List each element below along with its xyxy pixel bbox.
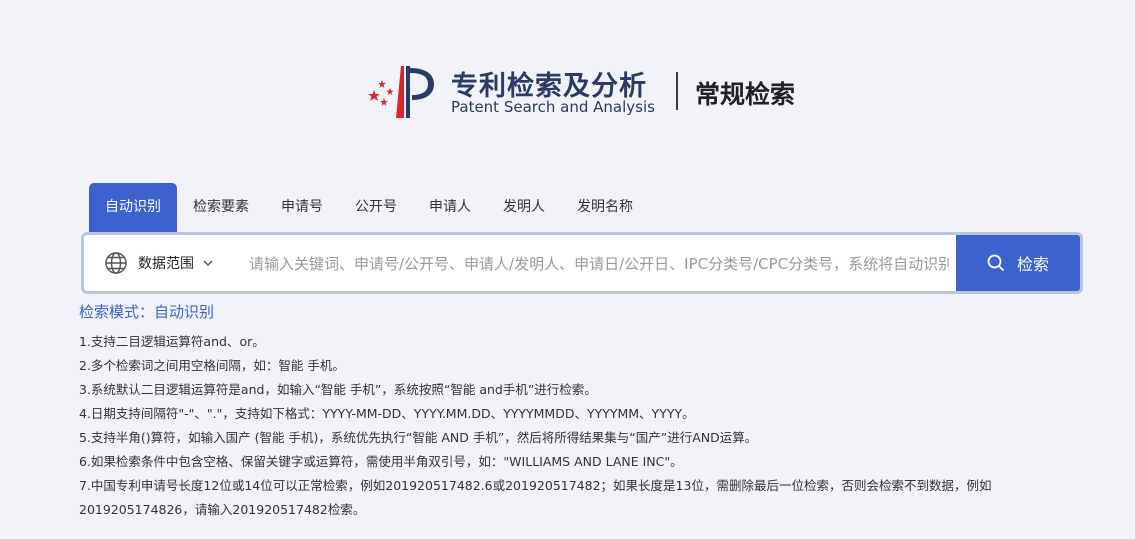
logo-title-en: Patent Search and Analysis (451, 98, 655, 116)
tab-applicant[interactable]: 申请人 (413, 183, 487, 232)
tip-item: 1.支持二目逻辑运算符and、or。 (79, 334, 265, 349)
tab-invention-title[interactable]: 发明名称 (561, 183, 649, 232)
globe-icon (105, 252, 127, 274)
tab-auto-detect[interactable]: 自动识别 (89, 183, 177, 232)
search-tips: 1.支持二目逻辑运算符and、or。 2.多个检索词之间用空格间隔，如：智能 手… (79, 330, 1079, 522)
search-box: 数据范围 检索 (81, 232, 1083, 294)
search-mode-label: 检索模式：自动识别 (79, 303, 215, 321)
page-title: 常规检索 (695, 80, 796, 109)
search-button-label: 检索 (1016, 255, 1049, 274)
header-divider (676, 72, 678, 110)
search-tabs: 自动识别 检索要素 申请号 公开号 申请人 发明人 发明名称 (89, 183, 649, 232)
data-scope-selector[interactable]: 数据范围 (104, 235, 214, 291)
tab-publication-number[interactable]: 公开号 (339, 183, 413, 232)
tab-search-elements[interactable]: 检索要素 (177, 183, 265, 232)
search-icon (987, 254, 1005, 272)
header: 专利检索及分析 Patent Search and Analysis 常规检索 (0, 56, 1135, 126)
tip-item: 4.日期支持间隔符"-"、"."，支持如下格式：YYYY-MM-DD、YYYY.… (79, 406, 695, 421)
tip-item: 6.如果检索条件中包含空格、保留关键字或运算符，需使用半角双引号，如："WILL… (79, 454, 683, 469)
data-scope-label: 数据范围 (138, 256, 194, 272)
search-input[interactable] (247, 247, 951, 281)
tip-item: 3.系统默认二目逻辑运算符是and，如输入“智能 手机”，系统按照“智能 and… (79, 382, 597, 397)
tab-inventor[interactable]: 发明人 (487, 183, 561, 232)
chevron-down-icon (203, 260, 213, 267)
tip-item: 7.中国专利申请号长度12位或14位可以正常检索，例如201920517482.… (79, 478, 992, 517)
tab-application-number[interactable]: 申请号 (265, 183, 339, 232)
tip-item: 5.支持半角()算符，如输入国产 (智能 手机)，系统优先执行“智能 AND 手… (79, 430, 758, 445)
search-button[interactable]: 检索 (956, 235, 1080, 291)
patent-logo-icon (368, 66, 434, 118)
tip-item: 2.多个检索词之间用空格间隔，如：智能 手机。 (79, 358, 345, 373)
